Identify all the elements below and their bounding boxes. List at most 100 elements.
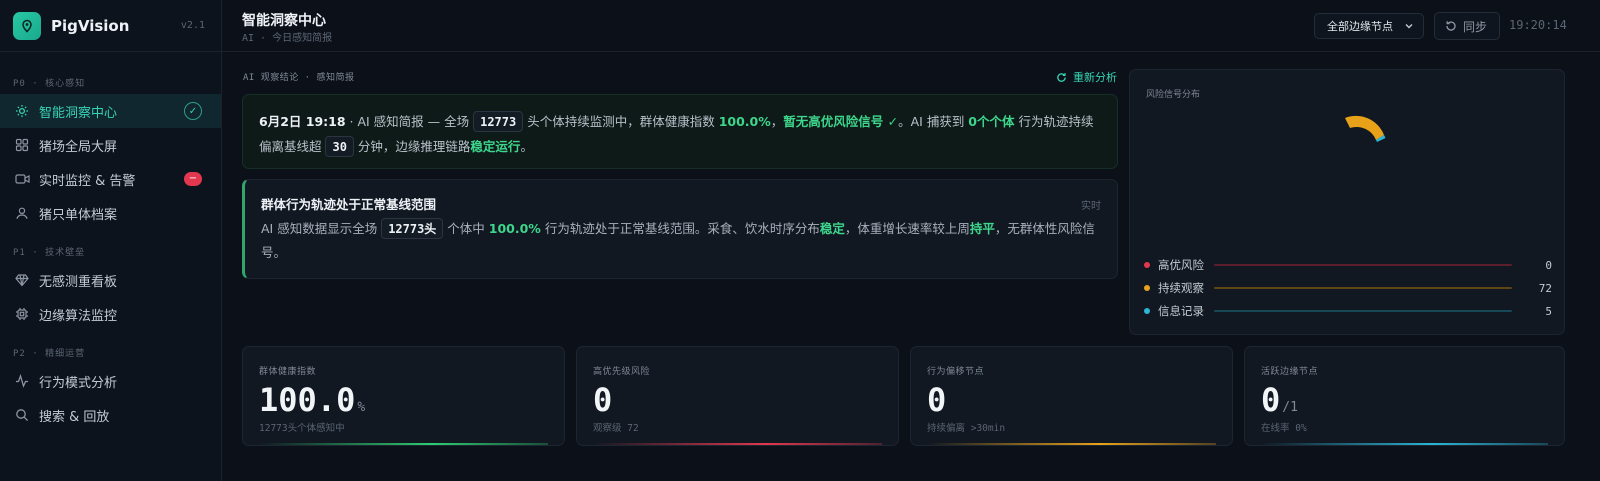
chip-icon [14,306,30,322]
sidebar-item-edge-monitor[interactable]: 边缘算法监控 [0,297,221,331]
refresh-icon [1445,20,1457,32]
kpi-value: 0 [927,381,948,419]
no-risk-text: 暂无高优风险信号 ✓ [783,114,899,129]
legend-value: 5 [1545,304,1552,318]
ai-brief-card: 6月2日 19:18 · AI 感知简报 — 全场 12773 头个体持续监测中… [242,94,1118,169]
kpi-card-drift-nodes: 行为偏移节点 0 持续偏离 >30min [910,346,1233,446]
kpi-accent-bar [927,443,1216,445]
kpi-label: 行为偏移节点 [927,367,985,377]
brief-text: 头个体持续监测中，群体健康指数 [523,114,719,129]
brand-name: PigVision [51,16,130,35]
sidebar-item-label: 猪场全局大屏 [39,139,118,155]
brief-text: · AI 感知简报 — 全场 [345,114,474,129]
legend-line [1214,264,1512,266]
sidebar-item-label: 智能洞察中心 [39,105,118,121]
brief-text: 。AI 捕获到 [898,114,969,129]
sidebar-item-insight-center[interactable]: 智能洞察中心 ✓ [0,94,221,128]
grid-icon [14,137,30,153]
kpi-sub: 在线率 0% [1261,423,1307,434]
sidebar: PigVision v2.1 P0 · 核心感知 智能洞察中心 ✓ 猪场全局大屏… [0,0,222,481]
legend-value: 0 [1545,258,1552,272]
captured-count: 0个个体 [968,114,1015,129]
kpi-number: 0 [593,381,613,419]
kpi-card-edge-nodes: 活跃边缘节点 0/1 在线率 0% [1244,346,1565,446]
refresh-icon [1056,72,1067,83]
kpi-unit: % [357,400,366,415]
legend-row-observe: 持续观察 72 [1144,281,1552,295]
kpi-number: 0 [1261,381,1281,419]
section-label-p1: P1 · 技术壁垒 [13,247,86,258]
sidebar-item-label: 边缘算法监控 [39,308,118,324]
sidebar-item-pig-profile[interactable]: 猪只单体档案 [0,196,221,230]
node-select-value: 全部边缘节点 [1327,20,1393,33]
alert-body: AI 感知数据显示全场 12773头 个体中 100.0% 行为轨迹处于正常基线… [261,217,1101,265]
sun-icon [14,103,30,119]
header: 智能洞察中心 AI · 今日感知简报 全部边缘节点 同步 19:20:14 [222,0,1600,52]
alert-text: AI 感知数据显示全场 [261,221,382,236]
insight-alert-card: 群体行为轨迹处于正常基线范围 实时 AI 感知数据显示全场 12773头 个体中… [242,179,1118,279]
clock: 19:20:14 [1509,18,1567,32]
flat-text: 持平 [969,221,995,236]
sidebar-item-monitoring[interactable]: 实时监控 & 告警 − [0,162,221,196]
brand: PigVision v2.1 [0,0,221,52]
brief-text: 分钟，边缘推理链路 [353,139,471,154]
stable-text: 稳定 [819,221,845,236]
stable-text: 稳定运行 [470,139,521,154]
kpi-sub: 观察级 72 [593,423,639,434]
risk-donut [1345,115,1386,142]
sidebar-item-behavior[interactable]: 行为模式分析 [0,364,221,398]
count-chip: 12773头 [381,218,444,239]
alert-title: 群体行为轨迹处于正常基线范围 [261,197,437,212]
sync-label: 同步 [1463,19,1488,34]
sidebar-item-label: 搜索 & 回放 [39,409,110,425]
legend-label: 持续观察 [1158,281,1204,295]
reanalyze-button[interactable]: 重新分析 [1056,69,1117,85]
activity-icon [14,373,30,389]
sidebar-item-label: 行为模式分析 [39,375,118,391]
pct-value: 100.0% [488,221,541,236]
kpi-number: 0 [927,381,947,419]
legend-dot [1144,308,1150,314]
realtime-tag: 实时 [1081,201,1101,212]
diamond-icon [14,272,30,288]
legend-row-info: 信息记录 5 [1144,304,1552,318]
check-badge: ✓ [184,102,202,120]
alert-text: 个体中 [443,221,489,236]
kpi-unit: /1 [1282,400,1298,415]
kpi-accent-bar [1261,443,1548,445]
risk-distribution-panel: 风险信号分布 高优风险 0 持续观察 72 信息记录 5 [1129,69,1565,335]
kpi-accent-bar [593,443,882,445]
risk-panel-title: 风险信号分布 [1146,90,1201,100]
legend-dot [1144,262,1150,268]
sidebar-item-weighing[interactable]: 无感测重看板 [0,263,221,297]
brief-date: 6月2日 19:18 [259,114,346,129]
reanalyze-label: 重新分析 [1073,71,1117,84]
risk-slice-observe [1345,115,1384,140]
kpi-label: 高优先级风险 [593,367,651,377]
legend-line [1214,310,1512,312]
sidebar-item-search-replay[interactable]: 搜索 & 回放 [0,398,221,432]
kpi-value: 0/1 [1261,381,1298,419]
kpi-label: 活跃边缘节点 [1261,367,1319,377]
kpi-value: 100.0% [259,381,365,419]
sidebar-item-label: 猪只单体档案 [39,207,118,223]
chevron-down-icon [1403,20,1415,35]
pin-icon [13,11,41,40]
section-label-p0: P0 · 核心感知 [13,78,86,89]
search-icon [14,407,30,423]
video-icon [14,171,30,187]
version-label: v2.1 [180,20,205,31]
legend-value: 72 [1538,281,1552,295]
node-select[interactable]: 全部边缘节点 [1314,13,1424,39]
legend-line [1214,287,1512,289]
kpi-card-high-risk: 高优先级风险 0 观察级 72 [576,346,899,446]
kpi-accent-bar [259,443,548,445]
legend-label: 信息记录 [1158,304,1204,318]
sync-button[interactable]: 同步 [1434,12,1500,40]
alert-text: ，体重增长速率较上周 [844,221,970,236]
count-chip: 12773 [473,111,524,132]
legend-row-high: 高优风险 0 [1144,258,1552,272]
page-subtitle: AI · 今日感知简报 [242,33,333,44]
sidebar-item-global-screen[interactable]: 猪场全局大屏 [0,128,221,162]
minutes-chip: 30 [325,136,354,157]
